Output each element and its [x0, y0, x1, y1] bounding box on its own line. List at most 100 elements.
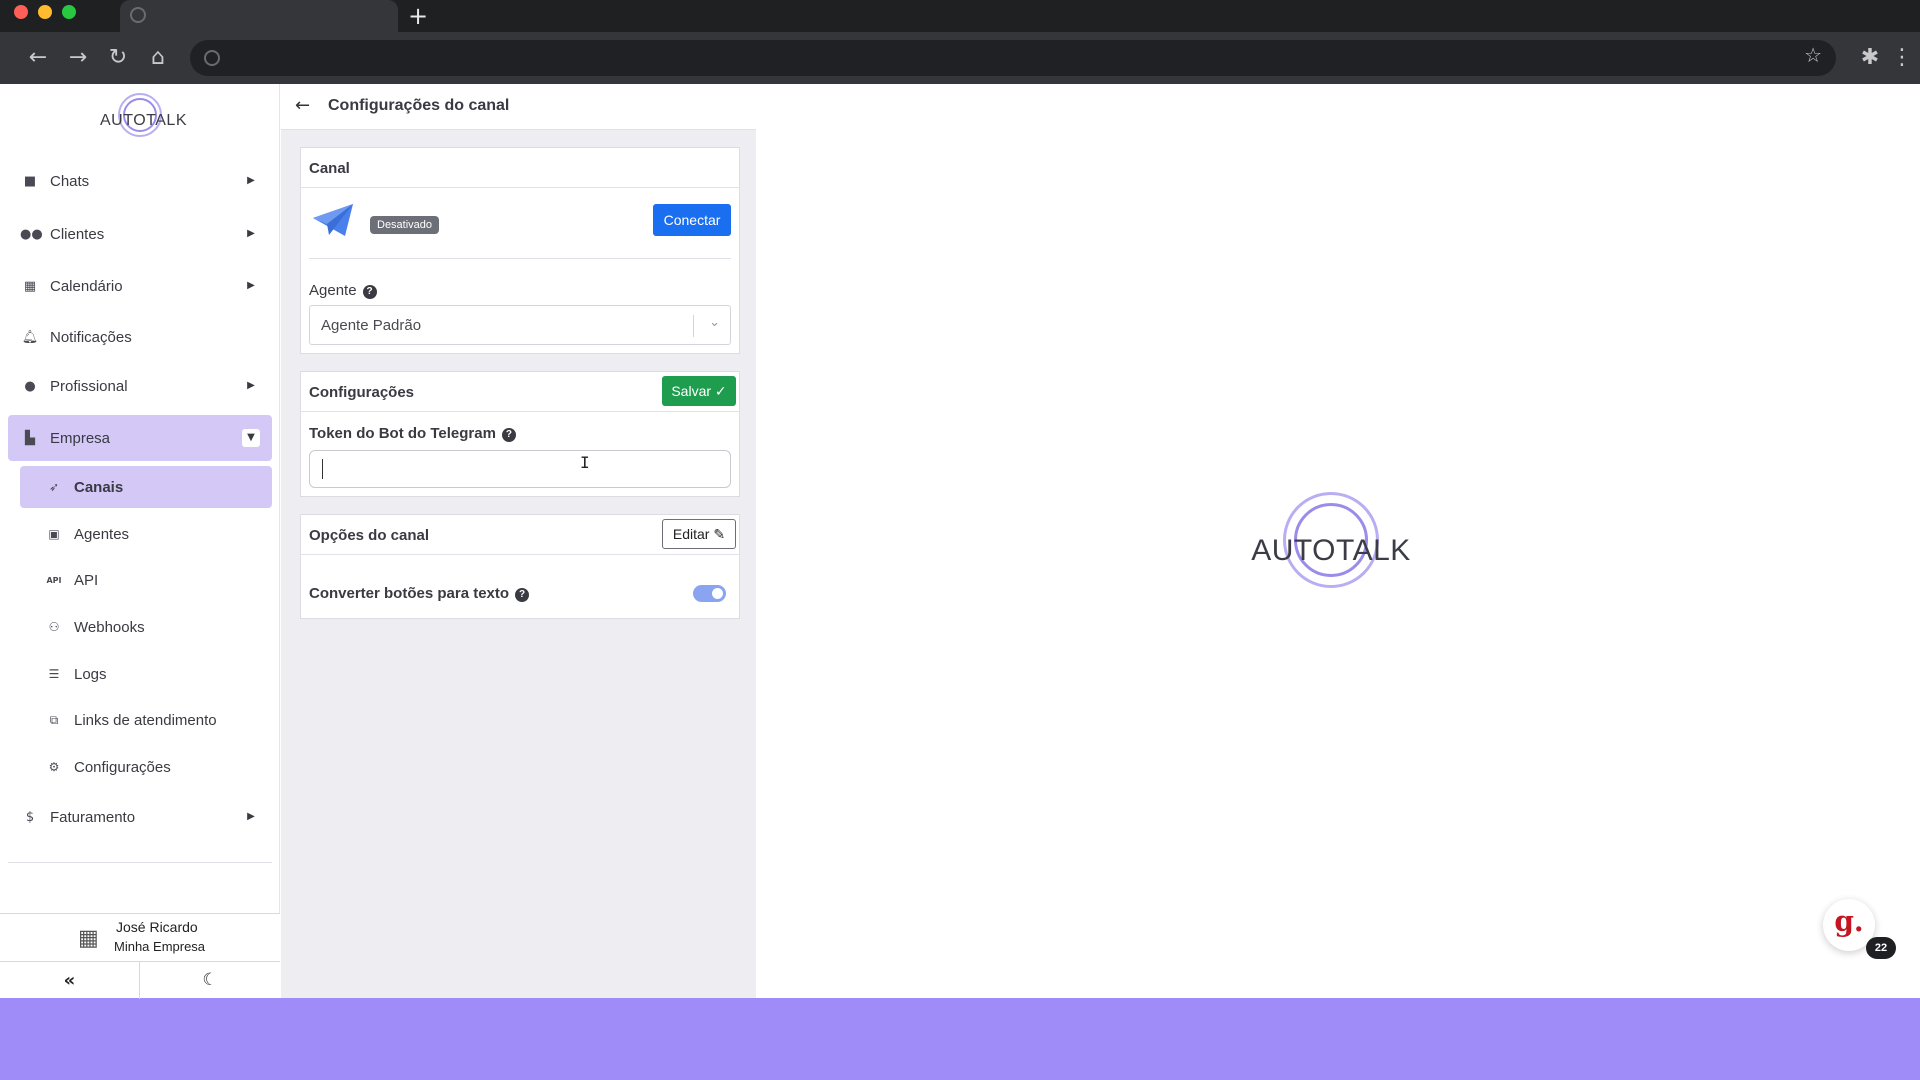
channel-settings-panel: ← Configurações do canal Canal Desativad…: [281, 84, 756, 998]
edit-icon: ✎: [713, 526, 726, 542]
convert-buttons-toggle[interactable]: [693, 585, 726, 602]
sidebar-item-label: Chats: [50, 172, 90, 190]
sidebar-item-faturamento[interactable]: $ Faturamento ▶: [8, 794, 272, 840]
sidebar-subitem-webhooks[interactable]: ⚇ Webhooks: [20, 606, 272, 648]
sidebar-subitem-api[interactable]: API API: [20, 559, 272, 601]
divider: [309, 258, 731, 259]
notification-count-badge: 22: [1866, 937, 1896, 959]
minimize-window-icon[interactable]: [38, 5, 52, 19]
connect-button[interactable]: Conectar: [653, 204, 731, 236]
select-separator: [693, 315, 694, 337]
convert-buttons-label: Converter botões para texto?: [309, 585, 530, 602]
caret-right-icon[interactable]: ▶: [242, 377, 260, 395]
text-caret: [322, 459, 323, 479]
reload-icon[interactable]: ↻: [102, 42, 134, 74]
autotalk-logo[interactable]: AUTOTALK: [100, 92, 187, 138]
sidebar-item-chats[interactable]: ■ Chats ▶: [8, 158, 272, 204]
configuracoes-card: Configurações Salvar ✓ Token do Bot do T…: [300, 371, 740, 497]
external-link-icon: ⧉: [49, 712, 59, 727]
opcoes-card-header: Opções do canal Editar ✎: [301, 515, 739, 555]
building-avatar-icon: ▦: [78, 926, 99, 951]
agent-select[interactable]: Agente Padrão ⌄: [309, 305, 731, 345]
dark-mode-toggle[interactable]: ☾: [140, 962, 280, 999]
new-tab-button[interactable]: +: [408, 3, 428, 29]
caret-down-icon[interactable]: ▼: [242, 429, 260, 447]
sidebar-subitem-label: Agentes: [74, 525, 130, 543]
telegram-icon: [313, 204, 353, 236]
sidebar-item-label: Empresa: [50, 429, 111, 447]
sidebar-subitem-canais[interactable]: ➶ Canais: [20, 466, 272, 508]
forward-icon[interactable]: →: [62, 42, 94, 74]
toggle-knob: [712, 588, 723, 599]
canal-card-header: Canal: [301, 148, 739, 188]
collapse-sidebar-button[interactable]: «: [0, 962, 140, 999]
sidebar-item-label: Profissional: [50, 377, 128, 395]
user-tie-icon: ●: [24, 378, 36, 394]
caret-right-icon[interactable]: ▶: [242, 277, 260, 295]
gear-icon: ⚙: [48, 760, 60, 774]
user-panel: ▦ José Ricardo Minha Empresa « ☾: [0, 913, 280, 999]
save-button[interactable]: Salvar ✓: [662, 376, 736, 406]
rocket-icon: ➶: [48, 480, 60, 494]
sidebar-subitem-label: Logs: [74, 665, 107, 683]
autotalk-logo-large: AUTOTALK: [1246, 490, 1416, 596]
app-window: AUTOTALK ■ Chats ▶ ●● Clientes ▶ ▦ Calen…: [0, 84, 1920, 999]
browser-tab[interactable]: [120, 0, 398, 32]
browser-toolbar: ← → ↻ ⌂ ☆ ✱ ⋮: [0, 32, 1920, 84]
robot-icon: ▣: [48, 527, 60, 541]
question-circle-icon[interactable]: ?: [362, 285, 377, 299]
opcoes-card-title: Opções do canal: [309, 527, 430, 544]
sidebar-item-empresa[interactable]: ▙ Empresa ▼: [8, 415, 272, 461]
address-bar[interactable]: ☆: [190, 40, 1836, 76]
sidebar-item-calendario[interactable]: ▦ Calendário ▶: [8, 263, 272, 309]
logo-text: AUTOTALK: [100, 112, 187, 129]
sidebar-item-profissional[interactable]: ● Profissional ▶: [8, 363, 272, 409]
status-badge: Desativado: [370, 216, 440, 234]
users-icon: ●●: [20, 226, 43, 242]
sidebar-item-label: Faturamento: [50, 808, 136, 826]
panel-header: ← Configurações do canal: [281, 84, 756, 130]
home-icon[interactable]: ⌂: [142, 42, 174, 74]
edit-button-label: Editar: [672, 526, 710, 542]
caret-right-icon[interactable]: ▶: [242, 808, 260, 826]
site-info-icon[interactable]: [204, 50, 220, 66]
canal-card-title: Canal: [309, 160, 350, 177]
page-title: Configurações do canal: [328, 97, 510, 114]
bookmark-star-icon[interactable]: ☆: [1804, 43, 1822, 67]
edit-button[interactable]: Editar ✎: [662, 519, 736, 549]
sidebar-item-label: Clientes: [50, 225, 105, 243]
agent-label: Agente?: [309, 282, 377, 299]
sidebar-item-clientes[interactable]: ●● Clientes ▶: [8, 211, 272, 257]
webhook-icon: ⚇: [48, 620, 60, 634]
convert-buttons-label-text: Converter botões para texto: [309, 585, 510, 602]
configuracoes-card-header: Configurações Salvar ✓: [301, 372, 739, 412]
browser-tab-bar: +: [0, 0, 1920, 32]
question-circle-icon[interactable]: ?: [515, 588, 530, 602]
sidebar-item-notificacoes[interactable]: 🔔︎ Notificações: [8, 314, 272, 360]
configuracoes-card-title: Configurações: [309, 384, 415, 401]
back-arrow-icon[interactable]: ←: [295, 95, 310, 116]
building-icon: ▙: [25, 430, 35, 446]
maximize-window-icon[interactable]: [62, 5, 76, 19]
close-window-icon[interactable]: [14, 5, 28, 19]
sidebar-subitem-label: Configurações: [74, 758, 171, 776]
sidebar-subitem-agentes[interactable]: ▣ Agentes: [20, 513, 272, 555]
moon-icon: ☾: [202, 970, 218, 990]
token-label-text: Token do Bot do Telegram: [309, 425, 496, 442]
caret-right-icon[interactable]: ▶: [242, 225, 260, 243]
sidebar-subitem-links-de-atendimento[interactable]: ⧉ Links de atendimento: [20, 699, 272, 741]
question-circle-icon[interactable]: ?: [501, 428, 516, 442]
chevron-down-icon[interactable]: ⌄: [709, 315, 720, 330]
telegram-token-input[interactable]: [309, 450, 731, 488]
sidebar-subitem-label: Links de atendimento: [74, 711, 217, 729]
extensions-icon[interactable]: ✱: [1854, 42, 1886, 74]
calendar-icon: ▦: [23, 278, 37, 294]
caret-right-icon[interactable]: ▶: [242, 172, 260, 190]
sidebar-subitem-configuracoes[interactable]: ⚙ Configurações: [20, 746, 272, 788]
sidebar-subitem-logs[interactable]: ☰ Logs: [20, 653, 272, 695]
token-label: Token do Bot do Telegram?: [309, 425, 516, 442]
back-icon[interactable]: ←: [22, 42, 54, 74]
list-icon: ☰: [48, 667, 60, 681]
user-info[interactable]: ▦ José Ricardo Minha Empresa: [0, 914, 280, 962]
browser-menu-icon[interactable]: ⋮: [1886, 42, 1918, 74]
